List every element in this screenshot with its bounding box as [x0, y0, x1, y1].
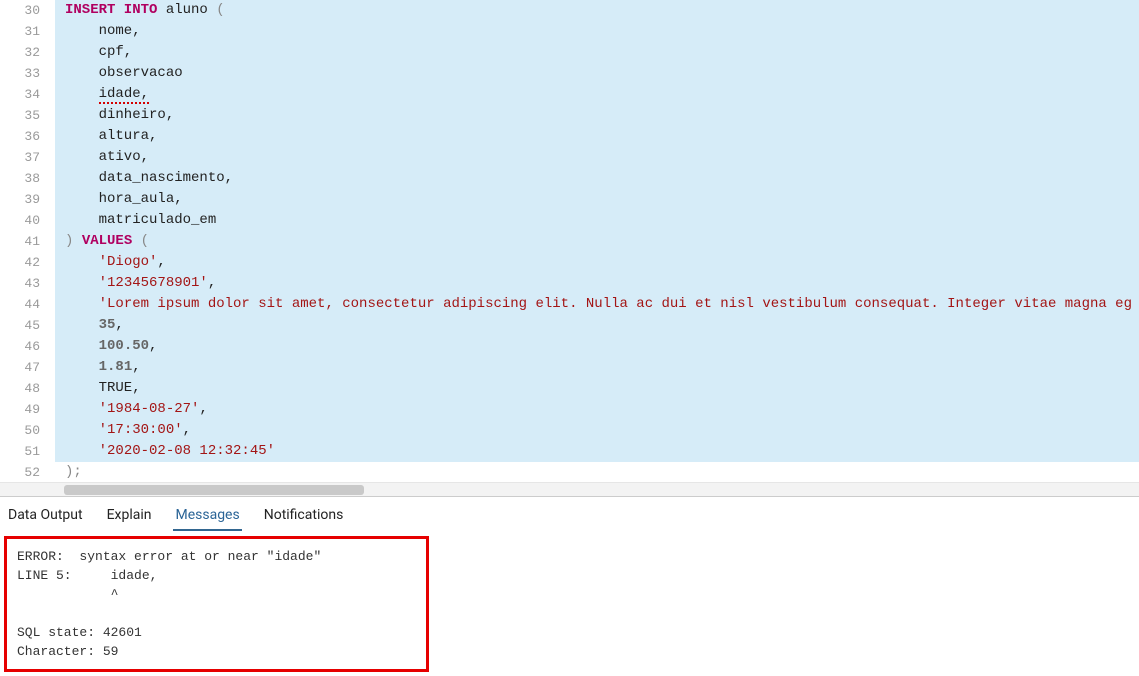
code-content[interactable]: ativo,: [55, 147, 1139, 168]
code-content[interactable]: observacao: [55, 63, 1139, 84]
error-line-caret: ^: [17, 587, 118, 602]
code-line[interactable]: 39 hora_aula,: [0, 189, 1139, 210]
line-number: 38: [0, 168, 55, 189]
code-content[interactable]: matriculado_em: [55, 210, 1139, 231]
code-line[interactable]: 37 ativo,: [0, 147, 1139, 168]
line-number: 47: [0, 357, 55, 378]
error-line-2: LINE 5: idade,: [17, 568, 157, 583]
code-content[interactable]: dinheiro,: [55, 105, 1139, 126]
line-number: 49: [0, 399, 55, 420]
tab-messages[interactable]: Messages: [173, 505, 241, 531]
line-number: 31: [0, 21, 55, 42]
line-number: 32: [0, 42, 55, 63]
code-line[interactable]: 49 '1984-08-27',: [0, 399, 1139, 420]
line-number: 39: [0, 189, 55, 210]
line-number: 33: [0, 63, 55, 84]
code-line[interactable]: 42 'Diogo',: [0, 252, 1139, 273]
line-number: 52: [0, 462, 55, 482]
sql-editor[interactable]: 30INSERT INTO aluno (31 nome,32 cpf,33 o…: [0, 0, 1139, 497]
line-number: 43: [0, 273, 55, 294]
code-content[interactable]: ) VALUES (: [55, 231, 1139, 252]
line-number: 35: [0, 105, 55, 126]
code-line[interactable]: 50 '17:30:00',: [0, 420, 1139, 441]
horizontal-scrollbar-thumb[interactable]: [64, 485, 364, 495]
horizontal-scrollbar[interactable]: [0, 482, 1139, 496]
line-number: 50: [0, 420, 55, 441]
code-line[interactable]: 31 nome,: [0, 21, 1139, 42]
code-content[interactable]: 'Diogo',: [55, 252, 1139, 273]
code-content[interactable]: '2020-02-08 12:32:45': [55, 441, 1139, 462]
line-number: 36: [0, 126, 55, 147]
output-tabs: Data Output Explain Messages Notificatio…: [0, 497, 1139, 532]
code-content[interactable]: 1.81,: [55, 357, 1139, 378]
code-content[interactable]: cpf,: [55, 42, 1139, 63]
code-line[interactable]: 51 '2020-02-08 12:32:45': [0, 441, 1139, 462]
error-sql-state: SQL state: 42601: [17, 625, 142, 640]
error-character: Character: 59: [17, 644, 118, 659]
line-number: 37: [0, 147, 55, 168]
code-content[interactable]: idade,: [55, 84, 1139, 105]
code-line[interactable]: 33 observacao: [0, 63, 1139, 84]
line-number: 46: [0, 336, 55, 357]
code-content[interactable]: 'Lorem ipsum dolor sit amet, consectetur…: [55, 294, 1139, 315]
line-number: 30: [0, 0, 55, 21]
code-line[interactable]: 34 idade,: [0, 84, 1139, 105]
code-line[interactable]: 41) VALUES (: [0, 231, 1139, 252]
code-content[interactable]: INSERT INTO aluno (: [55, 0, 1139, 21]
code-line[interactable]: 32 cpf,: [0, 42, 1139, 63]
messages-output: ERROR: syntax error at or near "idade" L…: [4, 536, 429, 672]
code-content[interactable]: nome,: [55, 21, 1139, 42]
code-line[interactable]: 47 1.81,: [0, 357, 1139, 378]
code-content[interactable]: hora_aula,: [55, 189, 1139, 210]
code-content[interactable]: );: [55, 462, 1139, 482]
line-number: 51: [0, 441, 55, 462]
code-content[interactable]: '17:30:00',: [55, 420, 1139, 441]
line-number: 34: [0, 84, 55, 105]
line-number: 40: [0, 210, 55, 231]
code-line[interactable]: 40 matriculado_em: [0, 210, 1139, 231]
code-line[interactable]: 35 dinheiro,: [0, 105, 1139, 126]
code-line[interactable]: 46 100.50,: [0, 336, 1139, 357]
code-content[interactable]: altura,: [55, 126, 1139, 147]
code-line[interactable]: 36 altura,: [0, 126, 1139, 147]
line-number: 41: [0, 231, 55, 252]
line-number: 48: [0, 378, 55, 399]
code-line[interactable]: 52);: [0, 462, 1139, 482]
error-line-1: ERROR: syntax error at or near "idade": [17, 549, 321, 564]
line-number: 42: [0, 252, 55, 273]
tab-notifications[interactable]: Notifications: [262, 505, 346, 531]
tab-data-output[interactable]: Data Output: [6, 505, 85, 531]
code-line[interactable]: 44 'Lorem ipsum dolor sit amet, consecte…: [0, 294, 1139, 315]
code-line[interactable]: 30INSERT INTO aluno (: [0, 0, 1139, 21]
code-line[interactable]: 48 TRUE,: [0, 378, 1139, 399]
code-line[interactable]: 45 35,: [0, 315, 1139, 336]
code-content[interactable]: 35,: [55, 315, 1139, 336]
code-content[interactable]: data_nascimento,: [55, 168, 1139, 189]
line-number: 44: [0, 294, 55, 315]
tab-explain[interactable]: Explain: [105, 505, 154, 531]
line-number: 45: [0, 315, 55, 336]
code-content[interactable]: '12345678901',: [55, 273, 1139, 294]
code-content[interactable]: '1984-08-27',: [55, 399, 1139, 420]
code-content[interactable]: 100.50,: [55, 336, 1139, 357]
code-line[interactable]: 38 data_nascimento,: [0, 168, 1139, 189]
code-line[interactable]: 43 '12345678901',: [0, 273, 1139, 294]
code-content[interactable]: TRUE,: [55, 378, 1139, 399]
